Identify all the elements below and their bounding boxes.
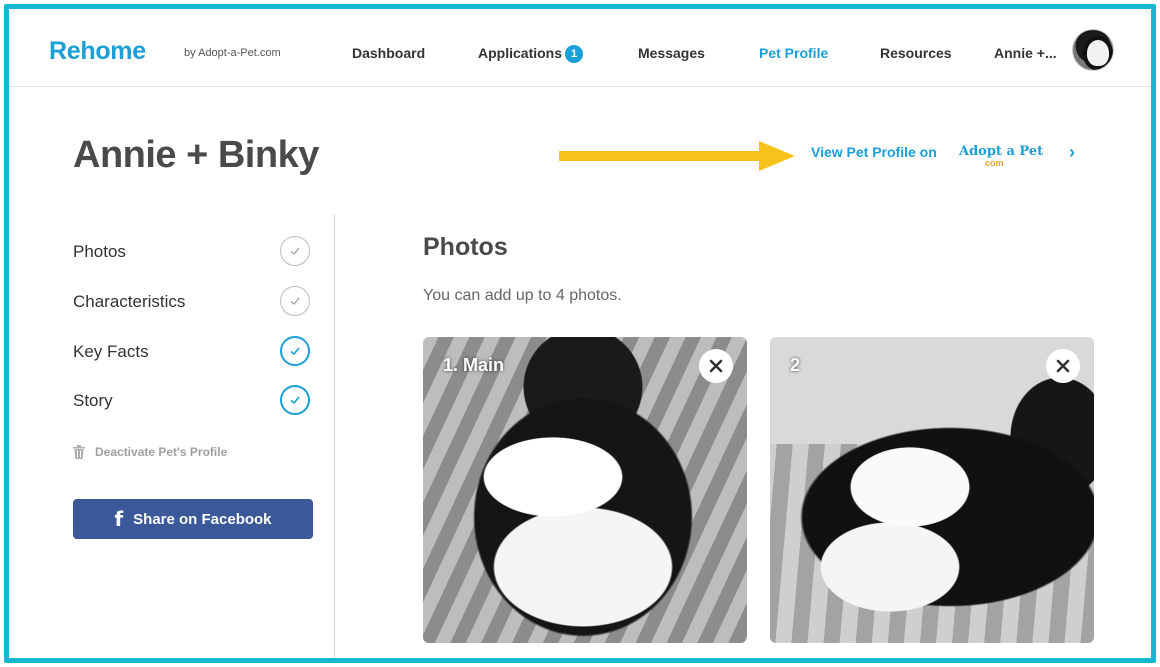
adopt-a-pet-logo-com: com [985,158,1004,168]
adopt-a-pet-logo-text: Adopt a Pet [959,144,1044,159]
check-circle-icon [280,236,310,266]
photos-subtitle: You can add up to 4 photos. [423,287,622,304]
sidebar-item-photos[interactable]: Photos [73,236,313,266]
check-circle-complete-icon [280,336,310,366]
nav-messages[interactable]: Messages [638,45,705,61]
remove-photo-button[interactable] [699,349,733,383]
sidebar-divider [334,214,335,658]
sidebar-item-key-facts[interactable]: Key Facts [73,336,313,366]
top-navigation-bar: Rehome by Adopt-a-Pet.com Dashboard Appl… [9,9,1151,87]
brand-subtitle: by Adopt-a-Pet.com [184,47,281,59]
sidebar-item-label: Photos [73,242,126,261]
sidebar-item-story[interactable]: Story [73,385,313,415]
adopt-a-pet-logo[interactable]: Adopt a Pet com [959,144,1044,168]
photo-card-2[interactable]: 2 [770,337,1094,643]
check-circle-icon [280,286,310,316]
arrow-annotation-icon [559,141,795,171]
deactivate-profile-label: Deactivate Pet's Profile [95,445,228,459]
deactivate-profile-link[interactable]: Deactivate Pet's Profile [73,445,227,459]
sidebar-item-label: Story [73,391,113,410]
photo-label: 1. Main [443,355,505,375]
sidebar-item-characteristics[interactable]: Characteristics [73,286,313,316]
trash-icon [73,445,85,459]
brand-logo[interactable]: Rehome [49,37,146,66]
share-on-facebook-label: Share on Facebook [133,510,272,528]
view-pet-profile-link[interactable]: View Pet Profile on [811,144,937,160]
close-icon [709,359,723,373]
nav-user-menu[interactable]: Annie +... [994,45,1057,61]
remove-photo-button[interactable] [1046,349,1080,383]
nav-dashboard[interactable]: Dashboard [352,45,425,61]
check-circle-complete-icon [280,385,310,415]
page-title: Annie + Binky [73,134,319,176]
nav-resources[interactable]: Resources [880,45,952,61]
screenshot-frame: Rehome by Adopt-a-Pet.com Dashboard Appl… [4,4,1156,663]
photo-card-main[interactable]: 1. Main [423,337,747,643]
photos-heading: Photos [423,233,508,261]
applications-count-badge: 1 [565,45,584,63]
facebook-icon: f [114,507,124,531]
user-avatar[interactable] [1072,29,1114,71]
share-on-facebook-button[interactable]: f Share on Facebook [73,499,313,539]
sidebar-item-label: Key Facts [73,342,149,361]
nav-applications-label: Applications [478,45,563,61]
nav-pet-profile[interactable]: Pet Profile [759,45,828,61]
close-icon [1056,359,1070,373]
sidebar-item-label: Characteristics [73,292,186,311]
photo-label: 2 [790,355,801,375]
nav-applications[interactable]: Applications 1 [478,45,584,63]
chevron-right-icon[interactable]: › [1069,142,1075,163]
